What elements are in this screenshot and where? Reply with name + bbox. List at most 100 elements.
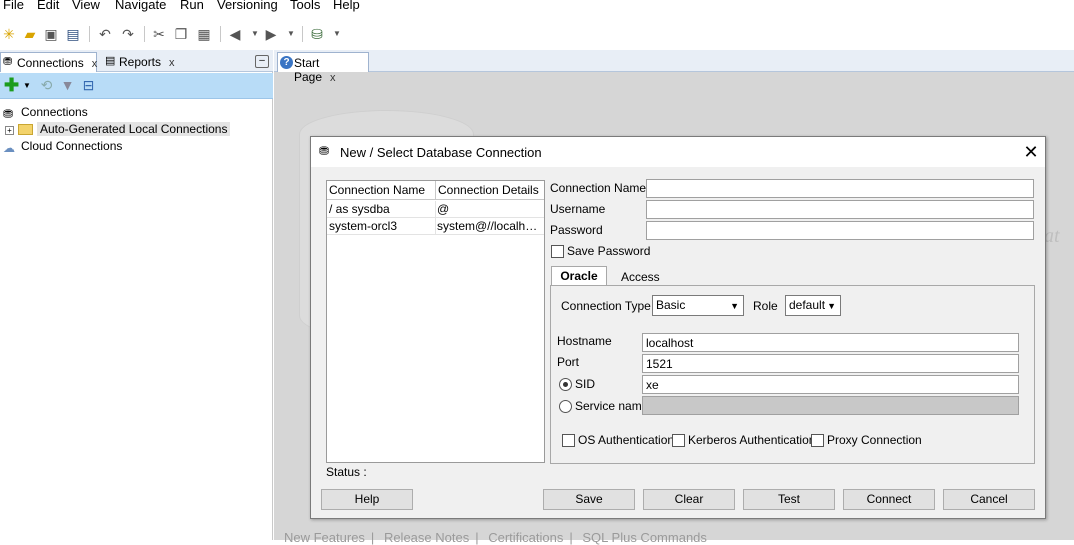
tree-item-label: Cloud Connections (21, 139, 123, 153)
forward-icon[interactable]: ▶ (262, 25, 280, 43)
filter-icon[interactable]: ▼ (59, 77, 76, 94)
hostname-field[interactable] (642, 333, 1019, 352)
toolbar-separator (220, 26, 221, 42)
connections-table: Connection Name Connection Details / as … (326, 180, 545, 463)
cell-connection-name: / as sysdba (329, 202, 390, 216)
editor-tab-strip: ? Start Page x (274, 50, 1074, 84)
sid-radio[interactable] (559, 378, 572, 391)
close-start-page-icon[interactable]: x (330, 72, 336, 84)
connections-icon: ⛃ (3, 56, 13, 68)
cut-icon[interactable]: ✂ (150, 25, 168, 43)
refresh-icon[interactable]: ⟲ (38, 77, 55, 94)
redo-icon[interactable]: ↷ (119, 25, 137, 43)
save-all-icon[interactable]: ▤ (64, 25, 82, 43)
add-dropdown-icon[interactable]: ▼ (22, 77, 32, 94)
test-button[interactable]: Test (743, 489, 835, 510)
link-sql-plus-commands[interactable]: SQL Plus Commands (582, 530, 707, 545)
column-header-connection-details[interactable]: Connection Details (436, 181, 544, 200)
username-field[interactable] (646, 200, 1034, 219)
menu-tools[interactable]: Tools (290, 0, 320, 12)
sql-worksheet-icon[interactable]: ⛁ (308, 25, 326, 43)
tab-connections[interactable]: ⛃ Connections x (0, 52, 97, 72)
menu-navigate[interactable]: Navigate (115, 0, 166, 12)
new-file-icon[interactable]: ✳ (0, 25, 18, 43)
add-connection-icon[interactable]: ✚ (3, 76, 20, 94)
tab-access[interactable]: Access (621, 270, 660, 284)
tab-start-page[interactable]: ? Start Page x (277, 52, 369, 84)
menu-edit[interactable]: Edit (37, 0, 59, 12)
connection-type-value: Basic (656, 298, 686, 312)
schema-browser-icon[interactable]: ⊟ (80, 77, 97, 94)
connection-name-field[interactable] (646, 179, 1034, 198)
role-select[interactable]: default ▼ (785, 295, 841, 316)
open-folder-icon[interactable]: ▰ (21, 25, 39, 43)
help-icon: ? (280, 56, 293, 69)
tab-reports-label: Reports (119, 55, 162, 69)
cell-connection-details: system@//localhost:1521/xe (437, 219, 542, 233)
close-connections-tab-icon[interactable]: x (92, 58, 98, 70)
connection-type-label: Connection Type (561, 299, 651, 313)
port-label: Port (557, 355, 580, 369)
clear-button[interactable]: Clear (643, 489, 735, 510)
expand-icon[interactable]: + (5, 126, 14, 135)
start-page-links: New Features | Release Notes | Certificati… (284, 530, 707, 545)
kerberos-authentication-checkbox[interactable] (672, 434, 685, 447)
link-new-features[interactable]: New Features (284, 530, 365, 545)
menu-file[interactable]: File (3, 0, 24, 12)
os-authentication-checkbox[interactable] (562, 434, 575, 447)
forward-dropdown-icon[interactable]: ▼ (282, 25, 300, 43)
proxy-connection-checkbox[interactable] (811, 434, 824, 447)
copy-icon[interactable]: ❐ (172, 25, 190, 43)
os-authentication-label: OS Authentication (578, 433, 675, 447)
paste-icon[interactable]: ▦ (195, 25, 213, 43)
tab-reports[interactable]: ▤ Reports x (103, 52, 183, 72)
close-reports-tab-icon[interactable]: x (169, 57, 175, 69)
menu-run[interactable]: Run (180, 0, 204, 12)
service-name-field (642, 396, 1019, 415)
link-release-notes[interactable]: Release Notes (384, 530, 469, 545)
dialog-titlebar: ⛃ New / Select Database Connection ✕ (311, 137, 1045, 167)
minimize-icon[interactable]: – (255, 55, 269, 68)
save-button[interactable]: Save (543, 489, 635, 510)
port-field[interactable] (642, 354, 1019, 373)
password-field[interactable] (646, 221, 1034, 240)
cloud-icon: ☁ (3, 141, 15, 155)
service-name-radio[interactable] (559, 400, 572, 413)
table-row[interactable]: / as sysdba @ (327, 201, 544, 218)
save-password-checkbox[interactable] (551, 245, 564, 258)
chevron-down-icon: ▼ (827, 301, 836, 311)
toolbar-separator (89, 26, 90, 42)
sql-dropdown-icon[interactable]: ▼ (328, 25, 346, 43)
tree-root-connections[interactable]: ⛃ Connections (3, 104, 88, 121)
kerberos-authentication-label: Kerberos Authentication (688, 433, 816, 447)
undo-icon[interactable]: ↶ (96, 25, 114, 43)
column-header-connection-name[interactable]: Connection Name (327, 181, 436, 200)
service-name-label: Service name (575, 399, 649, 413)
cancel-button[interactable]: Cancel (943, 489, 1035, 510)
dialog-title: New / Select Database Connection (340, 145, 542, 160)
main-toolbar: ✳ ▰ ▣ ▤ ↶ ↷ ✂ ❐ ▦ ◀ ▼ ▶ ▼ ⛁ ▼ (0, 20, 1074, 48)
connection-type-select[interactable]: Basic ▼ (652, 295, 744, 316)
help-button[interactable]: Help (321, 489, 413, 510)
tab-connections-label: Connections (17, 56, 84, 70)
sid-field[interactable] (642, 375, 1019, 394)
toolbar-separator (302, 26, 303, 42)
menu-versioning[interactable]: Versioning (217, 0, 278, 12)
save-password-label: Save Password (567, 244, 651, 258)
close-icon[interactable]: ✕ (1020, 141, 1042, 163)
menu-help[interactable]: Help (333, 0, 360, 12)
tree-item-cloud-connections[interactable]: ☁ Cloud Connections (3, 138, 123, 155)
tree-item-auto-generated[interactable]: + Auto-Generated Local Connections (5, 121, 231, 137)
tab-oracle[interactable]: Oracle (551, 266, 607, 286)
role-label: Role (753, 299, 778, 313)
table-row[interactable]: system-orcl3 system@//localhost:1521/xe (327, 218, 544, 235)
cell-connection-details: @ (437, 202, 450, 216)
connect-button[interactable]: Connect (843, 489, 935, 510)
proxy-connection-label: Proxy Connection (827, 433, 922, 447)
back-icon[interactable]: ◀ (226, 25, 244, 43)
role-value: default (789, 298, 826, 312)
menu-view[interactable]: View (72, 0, 100, 12)
save-icon[interactable]: ▣ (42, 25, 60, 43)
tree-root-label: Connections (21, 105, 88, 119)
link-certifications[interactable]: Certifications (488, 530, 563, 545)
